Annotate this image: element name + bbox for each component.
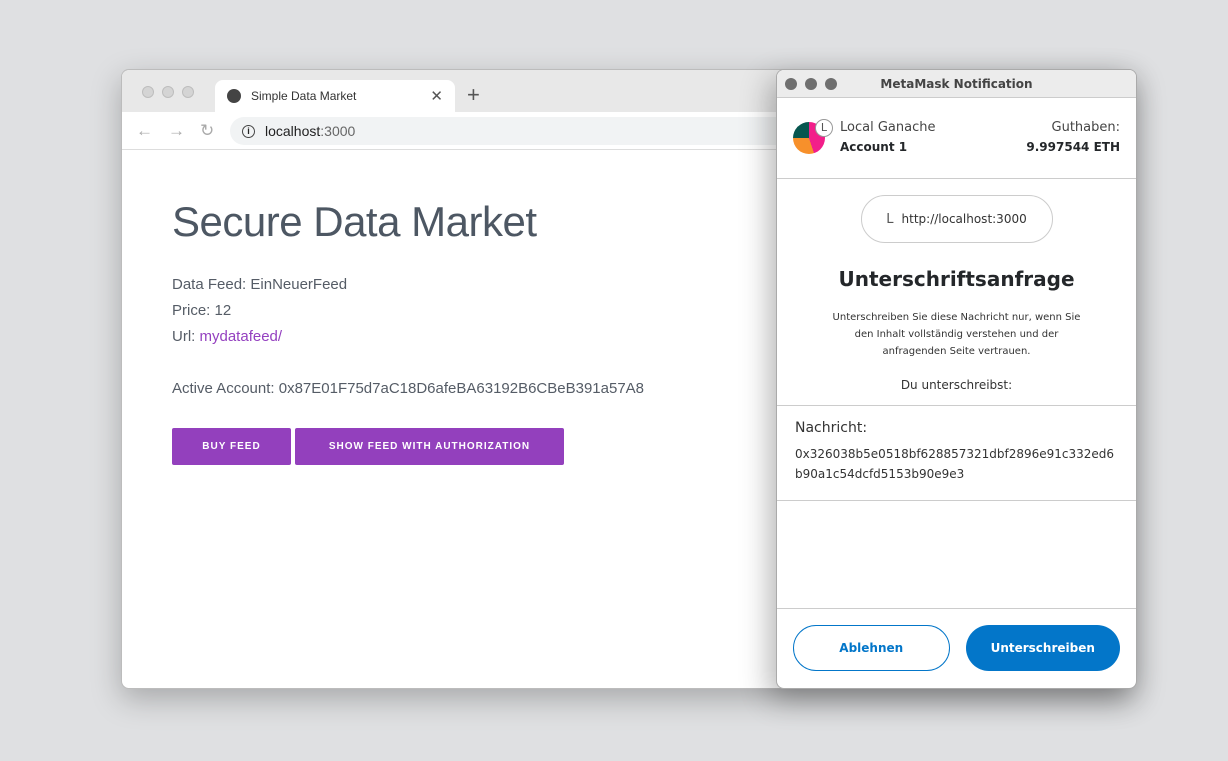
price-label: Price: [172,302,215,319]
metamask-window: MetaMask Notification L Local Ganache Ac… [776,69,1137,689]
window-close-button[interactable] [142,86,154,98]
message-label: Nachricht: [795,420,868,436]
window-title: MetaMask Notification [880,77,1033,91]
buy-feed-button[interactable]: BUY FEED [172,428,291,465]
window-maximize-button[interactable] [825,78,837,90]
network-badge: L [815,119,833,137]
url-label: Url: [172,328,200,345]
price-value: 12 [214,302,232,319]
window-close-button[interactable] [785,78,797,90]
signing-label: Du unterschreibst: [900,378,1013,392]
tab-title: Simple Data Market [251,89,357,103]
balance-label: Guthaben: [1051,120,1121,135]
request-description: Unterschreiben Sie diese Nachricht nur, … [832,312,1081,357]
globe-icon [227,89,241,103]
action-footer: Ablehnen Unterschreiben [777,608,1136,688]
feed-label: Data Feed: [172,276,251,293]
origin-pill: Lhttp://localhost:3000 [860,195,1053,243]
account-name: Account 1 [840,140,908,154]
forward-icon[interactable]: → [168,121,186,141]
message-section: Nachricht: 0x326038b5e0518bf628857321dbf… [777,405,1136,501]
url-host: localhost [265,123,321,139]
account-header: L Local Ganache Account 1 Guthaben: 9.99… [777,98,1136,179]
network-name: Local Ganache [840,120,936,135]
metamask-title-bar: MetaMask Notification [777,70,1136,98]
balance-value: 9.997544 ETH [1026,140,1120,154]
show-feed-button[interactable]: SHOW FEED WITH AUTHORIZATION [295,428,564,465]
back-icon[interactable]: ← [136,121,154,141]
feed-url-link[interactable]: mydatafeed/ [200,328,283,345]
close-tab-icon[interactable]: ✕ [430,87,443,105]
new-tab-button[interactable]: + [467,82,480,108]
window-maximize-button[interactable] [182,86,194,98]
tab-simple-data-market[interactable]: Simple Data Market ✕ [215,80,455,112]
reload-icon[interactable]: ↻ [200,121,218,141]
window-minimize-button[interactable] [805,78,817,90]
account-value: 0x87E01F75d7aC18D6afeBA63192B6CBeB391a57… [278,380,645,397]
sign-button[interactable]: Unterschreiben [965,625,1120,671]
request-heading: Unterschriftsanfrage [838,267,1075,291]
reject-button[interactable]: Ablehnen [793,625,950,671]
origin-icon: L [886,211,894,227]
url-port: :3000 [320,123,356,139]
window-minimize-button[interactable] [162,86,174,98]
message-value: 0x326038b5e0518bf628857321dbf2896e91c332… [795,447,1115,481]
info-icon[interactable]: i [242,124,255,138]
origin-url: http://localhost:3000 [901,212,1027,226]
account-label: Active Account: [172,380,279,397]
feed-value: EinNeuerFeed [250,276,348,293]
